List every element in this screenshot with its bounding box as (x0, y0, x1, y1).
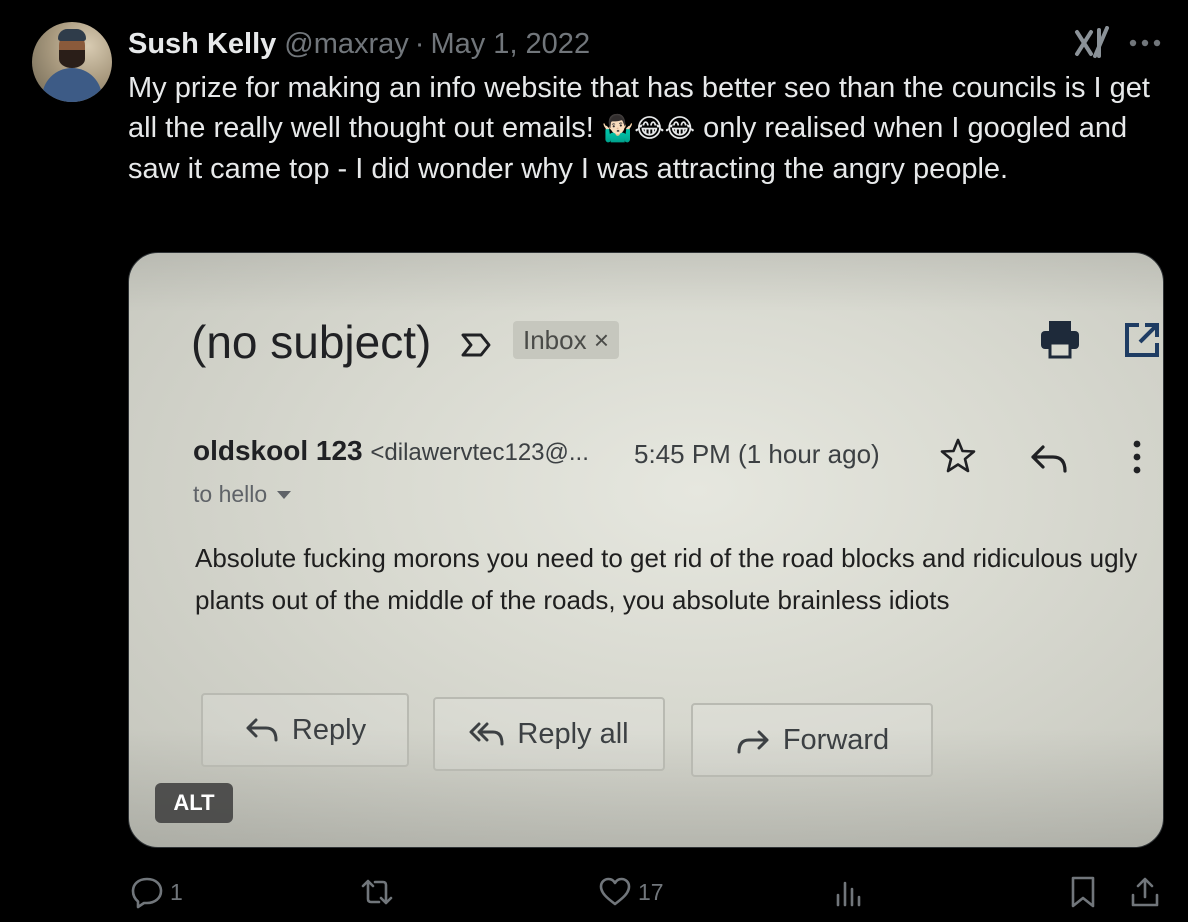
tweet-date[interactable]: May 1, 2022 (430, 28, 590, 61)
chevron-down-icon (277, 490, 292, 499)
reply-button[interactable]: Reply (201, 693, 409, 767)
email-subject: (no subject) (191, 316, 432, 368)
separator-dot: · (414, 27, 425, 60)
like-action[interactable]: 17 (598, 872, 664, 912)
grok-icon[interactable] (1073, 26, 1111, 60)
inbox-label-chip[interactable]: Inbox × (513, 321, 620, 359)
email-sender: oldskool 123 <dilawervtec123@... (193, 435, 589, 467)
retweet-action[interactable] (360, 872, 400, 912)
views-action[interactable] (832, 872, 872, 912)
avatar[interactable] (32, 22, 112, 102)
recipient-dropdown[interactable]: to hello (193, 481, 292, 508)
tweet-header: Sush Kelly @maxray · May 1, 2022 (128, 26, 590, 62)
reply-all-button-label: Reply all (517, 717, 629, 750)
star-icon[interactable] (939, 437, 977, 475)
reply-icon (246, 718, 278, 742)
email-body: Absolute fucking morons you need to get … (195, 543, 1138, 615)
retweet-icon (361, 879, 393, 905)
alt-text-badge[interactable]: ALT (155, 783, 233, 823)
bookmark-action[interactable] (1066, 872, 1100, 912)
open-in-new-window-icon[interactable] (1123, 321, 1161, 359)
forward-button-label: Forward (782, 723, 890, 756)
author-handle[interactable]: @maxray (284, 28, 409, 61)
author-name[interactable]: Sush Kelly (128, 28, 276, 61)
forward-icon (737, 730, 769, 754)
bookmark-icon (1071, 876, 1095, 908)
more-icon[interactable] (1128, 38, 1162, 48)
reply-count: 1 (170, 878, 183, 905)
reply-icon (131, 877, 163, 909)
tweet-media-photo[interactable]: (no subject) Inbox × oldskool 123 <dilaw… (128, 252, 1164, 848)
recipient-label: to hello (193, 481, 268, 507)
tweet-text: My prize for making an info website that… (128, 68, 1168, 189)
views-icon (836, 881, 861, 907)
reply-action[interactable]: 1 (130, 872, 183, 912)
reply-icon[interactable] (1029, 441, 1069, 475)
share-action[interactable] (1128, 872, 1162, 912)
tweet-emoji: 🤷🏻‍♂️😂😂 (601, 114, 696, 144)
heart-icon (599, 877, 631, 906)
share-icon (1131, 877, 1159, 907)
more-vert-icon[interactable] (1129, 439, 1145, 475)
sender-email: <dilawervtec123@... (370, 439, 589, 466)
reply-all-button[interactable]: Reply all (433, 697, 665, 771)
print-icon[interactable] (1039, 319, 1081, 359)
email-time: 5:45 PM (1 hour ago) (634, 439, 880, 469)
reply-button-label: Reply (291, 713, 367, 746)
important-label-icon[interactable] (459, 331, 493, 359)
forward-button[interactable]: Forward (691, 703, 933, 777)
like-count: 17 (638, 878, 664, 905)
reply-all-icon (469, 722, 504, 746)
sender-name[interactable]: oldskool 123 (193, 435, 363, 466)
